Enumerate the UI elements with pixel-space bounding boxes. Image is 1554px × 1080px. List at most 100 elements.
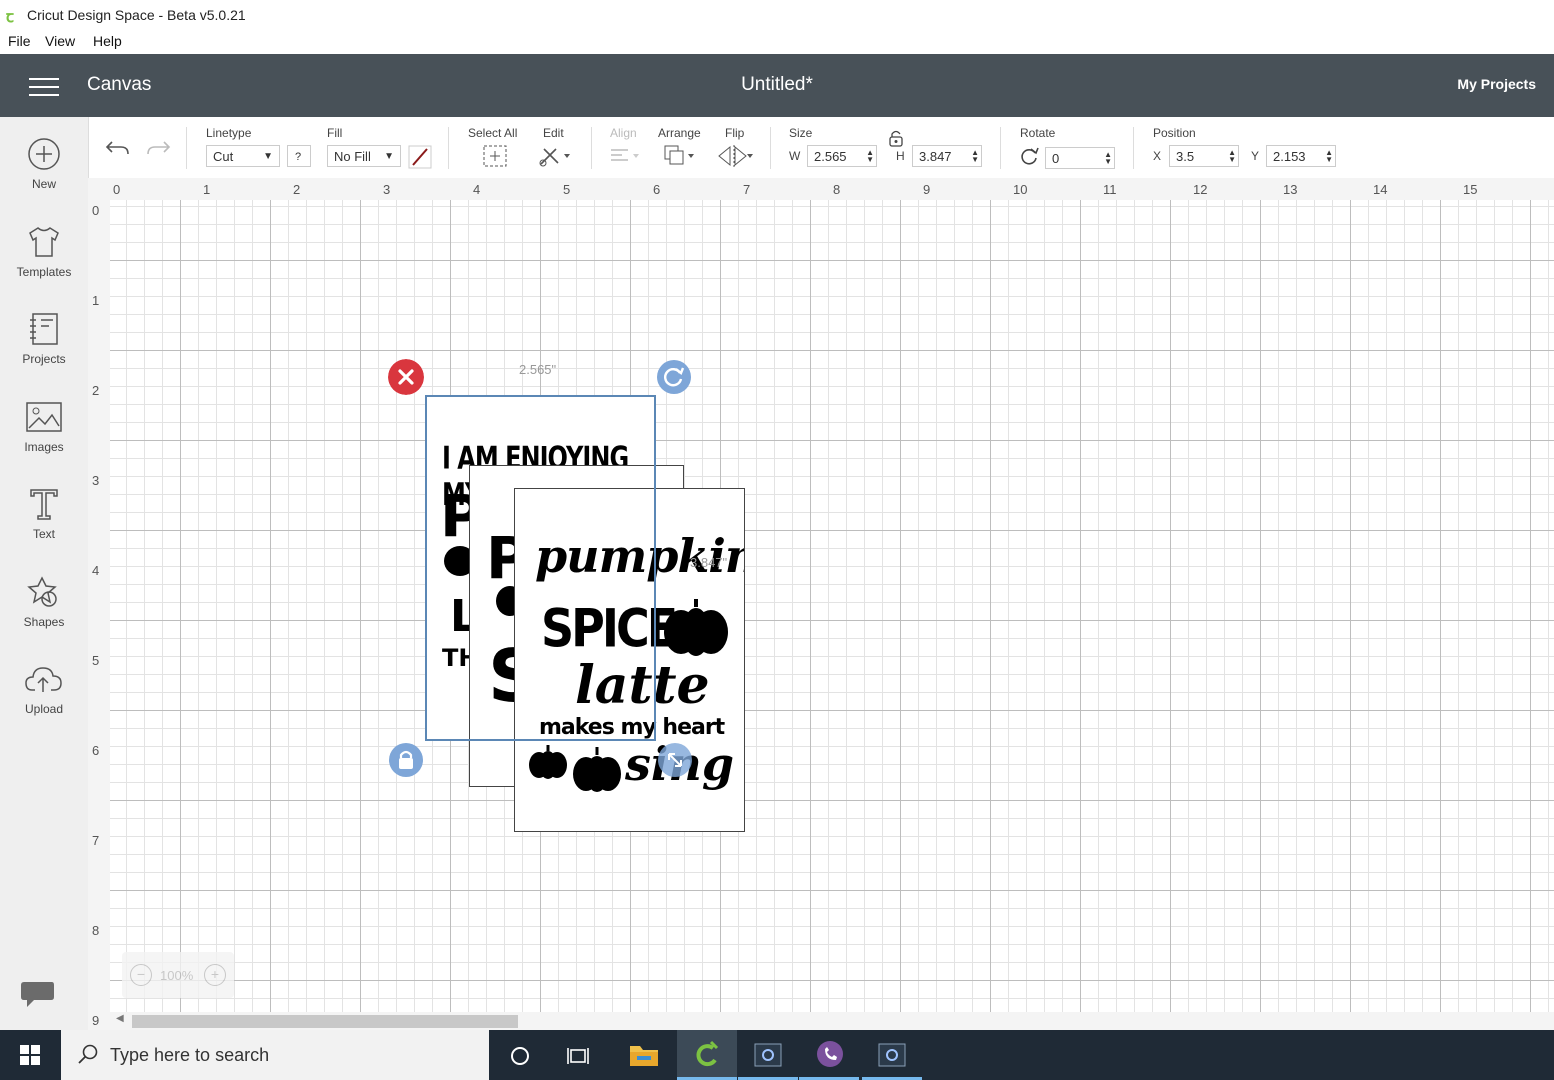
zoom-out-button[interactable]: − — [130, 964, 152, 986]
arrange-icon[interactable] — [662, 143, 698, 169]
ruler-top-9: 9 — [923, 182, 931, 197]
menu-file[interactable]: File — [8, 33, 31, 49]
edit-scissors-icon[interactable] — [538, 144, 572, 168]
linetype-label: Linetype — [206, 126, 252, 140]
ruler-left-1: 1 — [92, 293, 100, 308]
taskbar-search-placeholder: Type here to search — [110, 1045, 270, 1065]
delete-handle-icon[interactable] — [388, 359, 424, 395]
ruler-left-9: 9 — [92, 1013, 100, 1028]
sidebar-item-templates[interactable]: Templates — [0, 225, 88, 305]
ruler-left-7: 7 — [92, 833, 100, 848]
sidebar-item-projects[interactable]: Projects — [0, 312, 88, 392]
fill-select[interactable]: No Fill ▼ — [327, 145, 401, 167]
height-input[interactable]: 3.847 ▲ ▼ — [912, 145, 982, 167]
ruler-top-6: 6 — [653, 182, 661, 197]
viber-icon — [817, 1041, 843, 1067]
tshirt-icon — [29, 227, 59, 257]
shapes-icon — [27, 576, 57, 607]
ruler-top-15: 15 — [1463, 182, 1478, 197]
y-position-input[interactable]: 2.153 ▲ ▼ — [1266, 145, 1336, 167]
cricut-logo-icon: ꞇ — [6, 9, 14, 26]
ruler-top-8: 8 — [833, 182, 841, 197]
sidebar-item-shapes[interactable]: Shapes — [0, 575, 88, 655]
horizontal-scrollbar[interactable]: ◀ — [110, 1012, 1554, 1030]
taskbar-app-5[interactable] — [862, 1030, 922, 1080]
sidebar-item-label: Upload — [24, 702, 64, 716]
chat-icon[interactable] — [20, 978, 56, 1010]
arrange-label: Arrange — [658, 126, 701, 140]
app-header: Canvas Untitled* My Projects — [0, 54, 1554, 117]
zoom-level: 100% — [160, 968, 194, 983]
taskbar-viber[interactable] — [799, 1030, 859, 1080]
ruler-top-5: 5 — [563, 182, 571, 197]
taskbar-file-explorer[interactable] — [614, 1030, 674, 1080]
select-all-icon[interactable] — [482, 144, 508, 168]
flip-label: Flip — [725, 126, 745, 140]
window-title: Cricut Design Space - Beta v5.0.21 — [27, 7, 246, 23]
scroll-left-icon[interactable]: ◀ — [116, 1013, 124, 1024]
x-position-input[interactable]: 3.5 ▲ ▼ — [1169, 145, 1239, 167]
ruler-top-3: 3 — [383, 182, 391, 197]
left-ruler — [88, 200, 111, 1030]
ruler-left-6: 6 — [92, 743, 100, 758]
text-t-icon — [30, 489, 58, 520]
plus-circle-icon — [28, 138, 60, 170]
sidebar-item-upload[interactable]: Upload — [0, 662, 88, 742]
ruler-left-5: 5 — [92, 653, 100, 668]
my-projects-link[interactable]: My Projects — [1457, 76, 1536, 92]
ruler-top-13: 13 — [1283, 182, 1298, 197]
sidebar-item-images[interactable]: Images — [0, 400, 88, 480]
notebook-icon — [30, 313, 58, 345]
menu-view[interactable]: View — [45, 33, 75, 49]
rotate-input[interactable]: 0 ▲ ▼ — [1045, 147, 1115, 169]
flip-icon[interactable] — [716, 143, 754, 169]
align-icon — [611, 149, 639, 161]
design-text-line: latte — [575, 655, 710, 716]
pumpkin-icon — [573, 747, 621, 792]
taskbar-app-3[interactable] — [738, 1030, 798, 1080]
redo-icon[interactable] — [144, 134, 172, 160]
ruler-left-4: 4 — [92, 563, 100, 578]
resize-handle-icon[interactable] — [657, 742, 693, 778]
canvas-grid[interactable] — [110, 200, 1554, 1012]
zoom-in-button[interactable]: + — [204, 964, 226, 986]
task-view-icon[interactable] — [567, 1045, 591, 1067]
pumpkin-icon — [529, 745, 567, 779]
rotate-handle-icon[interactable] — [656, 359, 692, 395]
linetype-select[interactable]: Cut ▼ — [206, 145, 280, 167]
cloud-upload-icon — [25, 667, 62, 692]
selection-height-label: 3.847" — [690, 555, 728, 570]
windows-start-icon[interactable] — [20, 1045, 40, 1065]
fill-color-swatch-icon[interactable] — [408, 145, 432, 169]
sidebar-item-new[interactable]: New — [0, 137, 88, 217]
ruler-top-1: 1 — [203, 182, 211, 197]
sidebar-item-text[interactable]: Text — [0, 487, 88, 567]
design-card-front[interactable]: pumpkin SPICE latte makes my heart sing — [514, 488, 745, 832]
ruler-top-0: 0 — [113, 182, 121, 197]
ruler-top-4: 4 — [473, 182, 481, 197]
lock-aspect-icon[interactable] — [888, 129, 904, 147]
ruler-top-7: 7 — [743, 182, 751, 197]
ruler-top-12: 12 — [1193, 182, 1208, 197]
sidebar-item-label: Text — [32, 527, 55, 541]
position-label: Position — [1153, 126, 1196, 140]
section-title: Canvas — [87, 74, 152, 95]
menu-help[interactable]: Help — [93, 33, 122, 49]
search-icon — [78, 1044, 98, 1064]
width-input[interactable]: 2.565 ▲ ▼ — [807, 145, 877, 167]
cortana-icon[interactable] — [509, 1045, 531, 1067]
chevron-down-icon: ▼ — [384, 151, 394, 162]
chevron-down-icon: ▼ — [263, 151, 273, 162]
scrollbar-thumb[interactable] — [132, 1015, 518, 1028]
selection-width-label: 2.565" — [519, 362, 557, 377]
edit-label: Edit — [543, 126, 564, 140]
hamburger-menu-icon[interactable] — [29, 78, 59, 96]
select-all-label: Select All — [468, 126, 518, 140]
taskbar-search-box[interactable]: Type here to search — [61, 1030, 489, 1080]
align-label: Align — [610, 126, 637, 140]
menu-bar: File View Help — [0, 30, 1554, 54]
taskbar-cricut-design-space[interactable] — [677, 1030, 737, 1080]
undo-icon[interactable] — [104, 134, 132, 160]
lock-handle-icon[interactable] — [388, 742, 424, 778]
linetype-help-button[interactable]: ? — [287, 145, 311, 167]
